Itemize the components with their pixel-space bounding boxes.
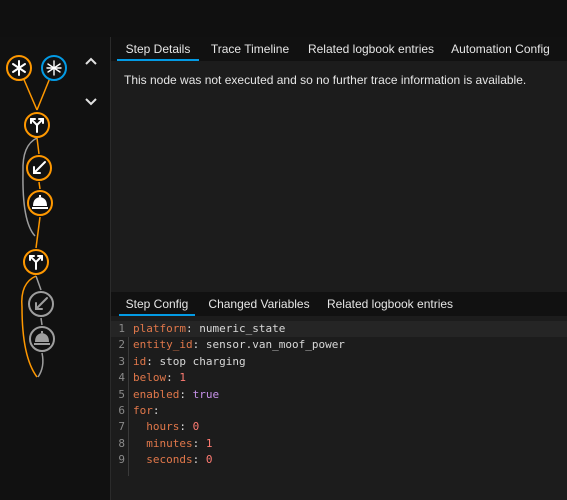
edge-action4-end xyxy=(37,352,44,378)
code-line: 3 id: stop charging xyxy=(111,354,567,370)
bottom-tab-bar: Step Config Changed Variables Related lo… xyxy=(111,292,567,316)
yaml-value: 1 xyxy=(179,371,186,385)
tab-changed-variables[interactable]: Changed Variables xyxy=(204,292,314,316)
edge-choose1-action1 xyxy=(36,137,40,155)
trigger-node-1[interactable] xyxy=(6,55,32,81)
step-details-pane: Step Details Trace Timeline Related logb… xyxy=(111,37,567,292)
yaml-separator: : xyxy=(185,322,200,335)
tab-related-logbook-bottom[interactable]: Related logbook entries xyxy=(323,292,457,316)
code-text: enabled: true xyxy=(133,387,219,403)
yaml-separator: : xyxy=(146,354,160,368)
choose-node-1[interactable] xyxy=(24,112,50,138)
line-number: 1 xyxy=(118,322,125,335)
yaml-code-viewer[interactable]: 1 platform: numeric_state 2 entity_id: sens… xyxy=(111,321,567,476)
yaml-key: entity_id xyxy=(133,338,193,352)
yaml-separator: : xyxy=(192,338,206,352)
tab-step-details[interactable]: Step Details xyxy=(117,37,199,61)
edge-choose2-bypass xyxy=(21,275,38,378)
tab-automation-config[interactable]: Automation Config xyxy=(448,37,553,61)
trace-graph-panel xyxy=(0,37,111,500)
tab-related-logbook[interactable]: Related logbook entries xyxy=(304,37,438,61)
chevron-up-icon xyxy=(85,57,97,65)
code-text: entity_id: sensor.van_moof_power xyxy=(133,337,345,353)
line-number: 6 xyxy=(118,404,125,417)
code-line: 1 platform: numeric_state xyxy=(111,321,567,338)
code-text: id: stop charging xyxy=(133,354,246,370)
trigger-node-2[interactable] xyxy=(41,55,67,81)
action-node-3[interactable] xyxy=(28,291,54,317)
top-bar xyxy=(0,0,567,37)
yaml-separator: : xyxy=(152,404,160,417)
line-number: 3 xyxy=(118,354,125,368)
yaml-separator: : xyxy=(179,387,193,401)
code-text: platform: numeric_state xyxy=(133,321,285,337)
edge-action2-choose2 xyxy=(35,216,41,249)
yaml-key: id xyxy=(133,354,147,368)
choose-node-2[interactable] xyxy=(23,249,49,275)
code-text: hours: 0 xyxy=(133,419,199,435)
line-number: 5 xyxy=(118,387,125,401)
expand-down-button[interactable] xyxy=(83,93,99,109)
code-line: 2 entity_id: sensor.van_moof_power xyxy=(111,337,567,353)
action-node-2[interactable] xyxy=(27,190,53,216)
yaml-key: minutes xyxy=(133,436,193,450)
line-number: 2 xyxy=(118,338,125,352)
yaml-value: stop charging xyxy=(159,354,246,368)
collapse-up-button[interactable] xyxy=(83,54,99,70)
code-line: 7 hours: 0 xyxy=(111,419,567,435)
code-line: 9 seconds: 0 xyxy=(111,452,567,468)
yaml-value: true xyxy=(192,387,220,401)
yaml-key: seconds xyxy=(133,453,193,467)
code-line: 5 enabled: true xyxy=(111,387,567,403)
edge-action3-action4 xyxy=(40,317,43,326)
yaml-key: below xyxy=(133,371,167,385)
yaml-key: enabled xyxy=(133,387,180,401)
yaml-value: 1 xyxy=(205,436,213,450)
action-node-1[interactable] xyxy=(26,155,52,181)
code-text: for: xyxy=(133,403,160,419)
chevron-down-icon xyxy=(85,98,97,106)
line-number: 8 xyxy=(118,436,125,450)
yaml-separator: : xyxy=(192,436,206,450)
edge-choose2-action3 xyxy=(35,275,42,291)
yaml-value: numeric_state xyxy=(199,322,286,335)
yaml-key: for xyxy=(133,404,153,417)
yaml-separator: : xyxy=(192,453,206,467)
code-line: 4 below: 1 xyxy=(111,370,567,386)
action-node-4[interactable] xyxy=(29,326,55,352)
code-text: minutes: 1 xyxy=(133,436,212,452)
line-number: 4 xyxy=(118,371,125,385)
code-line: 8 minutes: 1 xyxy=(111,436,567,452)
step-config-pane: Step Config Changed Variables Related lo… xyxy=(111,292,567,500)
code-line: 6 for: xyxy=(111,403,567,419)
edge-bypass-choose1 xyxy=(22,137,38,237)
line-number: 9 xyxy=(118,453,125,467)
yaml-separator: : xyxy=(166,371,180,385)
yaml-key: hours xyxy=(133,420,180,434)
top-tab-bar: Step Details Trace Timeline Related logb… xyxy=(111,37,567,61)
yaml-value: sensor.van_moof_power xyxy=(205,338,345,352)
step-message: This node was not executed and so no fur… xyxy=(124,73,527,87)
edge-action1-action2 xyxy=(38,181,41,190)
line-number: 7 xyxy=(118,420,125,434)
tab-trace-timeline[interactable]: Trace Timeline xyxy=(205,37,295,61)
yaml-value: 0 xyxy=(192,420,200,434)
code-text: below: 1 xyxy=(133,370,186,386)
yaml-value: 0 xyxy=(205,453,213,467)
code-text: seconds: 0 xyxy=(133,452,212,468)
yaml-separator: : xyxy=(179,420,193,434)
tab-step-config[interactable]: Step Config xyxy=(119,292,195,316)
yaml-key: platform xyxy=(133,322,186,335)
